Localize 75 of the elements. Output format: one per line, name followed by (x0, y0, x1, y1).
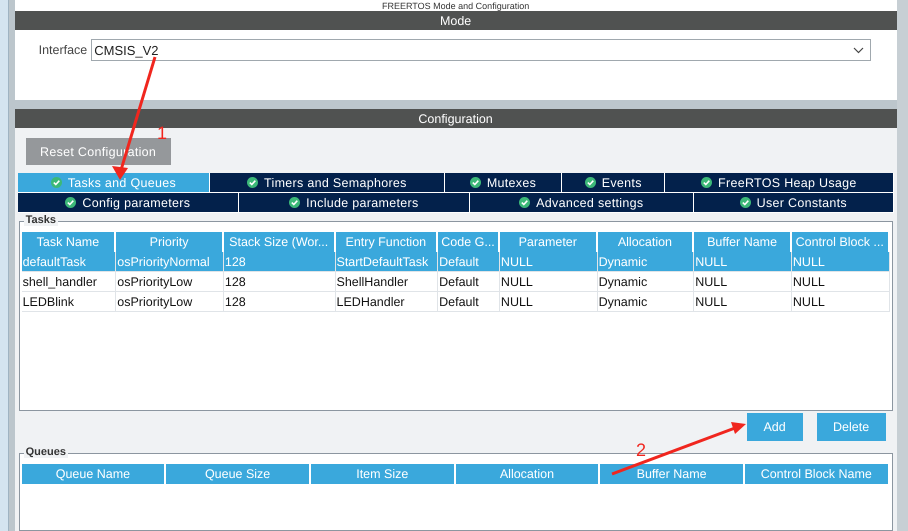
table-cell: Default (438, 272, 500, 291)
group-title: Tasks (24, 214, 58, 226)
table-cell: NULL (792, 292, 890, 311)
table-cell: osPriorityNormal (116, 252, 224, 271)
column-header[interactable]: Stack Size (Wor... (224, 232, 336, 252)
add-button[interactable]: Add (746, 413, 803, 441)
table-cell: NULL (500, 272, 598, 291)
table-cell: defaultTask (22, 252, 116, 271)
interface-dropdown[interactable]: CMSIS_V2 (91, 39, 872, 61)
table-cell: NULL (500, 252, 598, 271)
table-cell: NULL (500, 292, 598, 311)
check-circle-icon (701, 177, 712, 188)
chevron-down-icon (853, 46, 864, 54)
column-header[interactable]: Item Size (310, 464, 456, 484)
column-header[interactable]: Entry Function (336, 232, 438, 252)
table-cell: StartDefaultTask (336, 252, 438, 271)
window-title: FREERTOS Mode and Configuration (382, 1, 530, 11)
check-circle-icon (289, 197, 300, 208)
check-circle-icon (50, 177, 62, 188)
column-header[interactable]: Queue Size (166, 464, 311, 484)
check-circle-icon (247, 177, 258, 188)
table-cell: osPriorityLow (116, 292, 224, 311)
tab[interactable]: Tasks and Queues (18, 173, 210, 193)
table-cell: NULL (792, 252, 890, 271)
tab[interactable]: User Constants (694, 193, 894, 213)
tab[interactable]: Timers and Semaphores (210, 173, 445, 193)
field-label: Interface (38, 42, 88, 59)
table-cell: Dynamic (598, 272, 694, 291)
table-cell: NULL (694, 252, 792, 271)
table-cell: Default (438, 292, 500, 311)
column-header[interactable]: Task Name (22, 232, 116, 252)
scrollbar[interactable] (896, 0, 908, 531)
check-circle-icon (519, 197, 530, 208)
table-cell: NULL (694, 272, 792, 291)
column-header[interactable]: Allocation (598, 232, 694, 252)
column-header[interactable]: Control Block ... (792, 232, 890, 252)
check-circle-icon (470, 177, 481, 188)
check-circle-icon (740, 197, 751, 208)
table-cell: Dynamic (598, 292, 694, 311)
column-header[interactable]: Queue Name (22, 464, 166, 484)
table-cell: LEDBlink (22, 292, 116, 311)
tab[interactable]: Events (562, 173, 666, 193)
column-header[interactable]: Priority (116, 232, 224, 252)
check-circle-icon (65, 197, 76, 208)
delete-button[interactable]: Delete (816, 413, 886, 441)
group-title: Queues (24, 446, 68, 458)
section-header: Configuration (14, 109, 897, 128)
tab[interactable]: FreeRTOS Heap Usage (665, 173, 894, 193)
table-cell: 128 (224, 252, 336, 271)
table-cell: Dynamic (598, 252, 694, 271)
column-header[interactable]: Parameter (500, 232, 598, 252)
table-cell: osPriorityLow (116, 272, 224, 291)
column-header[interactable]: Allocation (456, 464, 600, 484)
tab[interactable]: Advanced settings (470, 193, 694, 213)
table-cell: Default (438, 252, 500, 271)
tab[interactable]: Mutexes (444, 173, 562, 193)
tab[interactable]: Config parameters (18, 193, 240, 213)
table-cell: LEDHandler (336, 292, 438, 311)
table-row[interactable]: LEDBlink osPriorityLow 128 LEDHandler Default NULL Dynamic NULL NULL (22, 292, 890, 312)
table-cell: shell_handler (22, 272, 116, 291)
check-circle-icon (584, 177, 596, 188)
annotation-number: 2 (636, 440, 646, 460)
table-cell: NULL (694, 292, 792, 311)
column-header[interactable]: Buffer Name (694, 232, 792, 252)
table-cell: 128 (224, 292, 336, 311)
column-header[interactable]: Buffer Name (600, 464, 745, 484)
section-header: Mode (14, 11, 897, 30)
tab[interactable]: Include parameters (239, 193, 470, 213)
column-header[interactable]: Control Block Name (744, 464, 890, 484)
table-cell: 128 (224, 272, 336, 291)
table-cell: ShellHandler (336, 272, 438, 291)
table-cell: NULL (792, 272, 890, 291)
table-row[interactable]: shell_handler osPriorityLow 128 ShellHandler Default NULL Dynamic NULL NULL (22, 272, 890, 292)
table-row[interactable]: defaultTask osPriorityNormal 128 StartDefaultTask Default NULL Dynamic NULL NULL (22, 252, 890, 272)
column-header[interactable]: Code G... (438, 232, 500, 252)
